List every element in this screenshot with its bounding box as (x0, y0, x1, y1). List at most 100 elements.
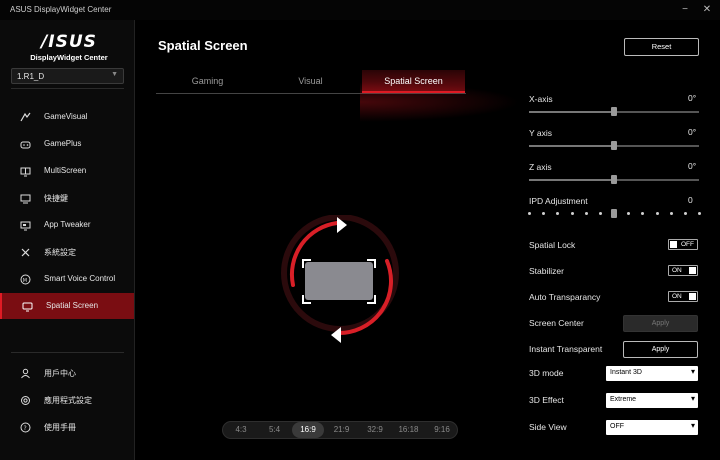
svg-text:M: M (23, 278, 27, 284)
sidebar-item-label: MultiScreen (44, 166, 87, 175)
chevron-down-icon: ▾ (690, 421, 695, 430)
tab-spatial-screen[interactable]: Spatial Screen (362, 70, 465, 93)
toggle-switch[interactable]: OFF (668, 239, 698, 250)
sidebar-item-app-tweaker[interactable]: App Tweaker (0, 212, 134, 238)
instant-transparent-apply-button[interactable]: Apply (623, 341, 698, 358)
action-label: Screen Center (529, 318, 584, 328)
sidebar-item-label: 快捷鍵 (44, 194, 68, 203)
toggle-knob (689, 293, 696, 300)
asus-logo: /ISUS DisplayWidget Center (24, 32, 114, 62)
sidebar-item-用戶中心[interactable]: 用戶中心 (0, 360, 134, 386)
slider-fill (529, 145, 614, 147)
aspect-ratio-option[interactable]: 21:9 (326, 422, 358, 438)
sidebar-item-label: 應用程式設定 (44, 396, 92, 405)
sidebar-item-gameplus[interactable]: GamePlus (0, 131, 134, 157)
slider-thumb[interactable] (611, 175, 617, 184)
device-select[interactable]: 1.R1_D ▼ (11, 68, 124, 84)
sidebar-item-快捷鍵[interactable]: 快捷鍵 (0, 185, 134, 211)
slider-tick (528, 212, 531, 215)
gear-icon (20, 395, 31, 406)
toggle-state: ON (672, 293, 682, 300)
aspect-ratio-option[interactable]: 5:4 (259, 422, 291, 438)
svg-text:?: ? (24, 425, 27, 432)
slider-tick (598, 212, 602, 215)
tab-gaming[interactable]: Gaming (156, 70, 259, 93)
dropdown-label: 3D Effect (529, 395, 564, 405)
slider-thumb[interactable] (611, 141, 617, 150)
action-label: Instant Transparent (529, 344, 603, 354)
screen-center-apply-button[interactable]: Apply (623, 315, 698, 332)
dropdown-select[interactable]: Instant 3D ▾ (606, 366, 698, 381)
slider-label: Y axis (529, 128, 552, 138)
sidebar-item-smart-voice-control[interactable]: M Smart Voice Control (0, 266, 134, 292)
aspect-ratio-option[interactable]: 9:16 (426, 422, 458, 438)
gamepad-icon (20, 139, 31, 150)
toggle-switch[interactable]: ON (668, 265, 698, 276)
slider-tick (556, 212, 560, 215)
slider-track[interactable] (529, 141, 699, 150)
sidebar-item-gamevisual[interactable]: GameVisual (0, 104, 134, 130)
toggle-label: Auto Transparancy (529, 292, 601, 302)
slider-thumb[interactable] (611, 107, 617, 116)
rotation-preview-graphic (281, 214, 399, 343)
toggle-state: OFF (681, 241, 694, 248)
sidebar-item-label: 用戶中心 (44, 369, 76, 378)
toggle-knob (670, 241, 677, 248)
close-button[interactable]: ✕ (700, 3, 714, 17)
dropdown-select[interactable]: Extreme ▾ (606, 393, 698, 408)
chevron-down-icon: ▾ (690, 367, 695, 376)
toggle-label: Stabilizer (529, 266, 564, 276)
sidebar-item-使用手冊[interactable]: ? 使用手冊 (0, 414, 134, 440)
multiscreen-icon (20, 166, 31, 177)
sidebar-divider (11, 352, 124, 353)
voice-icon: M (20, 274, 31, 285)
dropdown-label: Side View (529, 422, 567, 432)
slider-tick (641, 212, 645, 215)
slider-fill (529, 111, 614, 113)
aspect-ratio-selector: 4:3 5:4 16:9 21:9 32:9 16:18 9:16 (222, 421, 458, 439)
sidebar-item-label: Smart Voice Control (44, 274, 116, 283)
sidebar-divider (11, 88, 124, 89)
toggle-state: ON (672, 267, 682, 274)
dropdown-select[interactable]: OFF ▾ (606, 420, 698, 435)
dropdown-value: Instant 3D (610, 369, 642, 376)
slider-track[interactable] (529, 175, 699, 184)
window-title: ASUS DisplayWidget Center (10, 5, 112, 14)
aspect-ratio-option[interactable]: 4:3 (225, 422, 257, 438)
aspect-ratio-option[interactable]: 32:9 (359, 422, 391, 438)
dropdown-label: 3D mode (529, 368, 564, 378)
slider-value: 0 (688, 195, 693, 205)
reset-button[interactable]: Reset (624, 38, 699, 56)
chevron-down-icon: ▾ (690, 394, 695, 403)
slider-track[interactable] (529, 107, 699, 116)
toggle-switch[interactable]: ON (668, 291, 698, 302)
slider-value: 0° (688, 127, 697, 137)
minimize-button[interactable]: − (678, 3, 692, 17)
page-title: Spatial Screen (158, 38, 248, 53)
sidebar-item-系統設定[interactable]: 系統設定 (0, 239, 134, 265)
toggle-knob (689, 267, 696, 274)
sidebar-item-multiscreen[interactable]: MultiScreen (0, 158, 134, 184)
sidebar-item-label: App Tweaker (44, 220, 91, 229)
dropdown-value: OFF (610, 423, 624, 430)
logo-subtitle: DisplayWidget Center (30, 53, 108, 62)
slider-tick (698, 212, 701, 215)
slider-track[interactable] (528, 209, 701, 218)
sidebar-item-label: Spatial Screen (46, 301, 99, 310)
slider-tick (627, 212, 631, 215)
sidebar: /ISUS DisplayWidget Center 1.R1_D ▼ Game… (0, 20, 135, 460)
sidebar-item-label: GamePlus (44, 139, 82, 148)
slider-tick (669, 212, 673, 215)
slider-value: 0° (688, 161, 697, 171)
aspect-ratio-option[interactable]: 16:9 (292, 422, 324, 438)
aspect-ratio-option[interactable]: 16:18 (393, 422, 425, 438)
sidebar-item-label: 系統設定 (44, 248, 76, 257)
tab-visual[interactable]: Visual (259, 70, 362, 93)
device-select-value: 1.R1_D (17, 72, 45, 81)
sidebar-item-應用程式設定[interactable]: 應用程式設定 (0, 387, 134, 413)
keyboard-icon (20, 193, 31, 204)
sidebar-item-spatial-screen[interactable]: Spatial Screen (0, 293, 134, 319)
slider-tick (542, 212, 546, 215)
slider-tick (584, 212, 588, 215)
slider-thumb[interactable] (611, 209, 617, 218)
